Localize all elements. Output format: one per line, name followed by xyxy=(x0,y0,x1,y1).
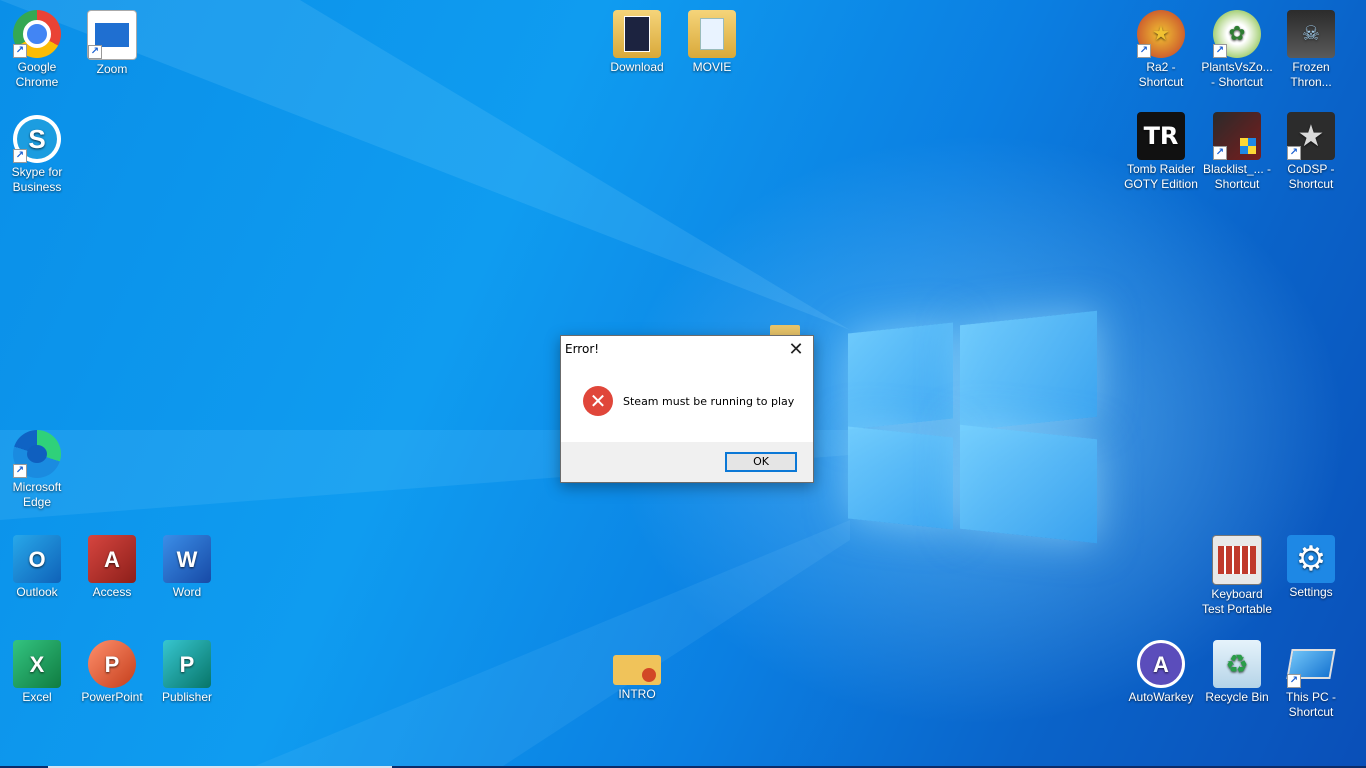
shortcut-arrow-icon: ↗ xyxy=(1137,44,1151,58)
blacklist-shortcut[interactable]: ↗ Blacklist_... - Shortcut xyxy=(1200,112,1274,192)
shortcut-arrow-icon: ↗ xyxy=(1213,44,1227,58)
excel-icon: X xyxy=(13,640,61,688)
gear-icon: ⚙ xyxy=(1287,535,1335,583)
publisher-shortcut[interactable]: P Publisher xyxy=(150,640,224,705)
folder-icon xyxy=(688,10,736,58)
word-icon: W xyxy=(163,535,211,583)
this-pc-shortcut[interactable]: ↗ This PC - Shortcut xyxy=(1274,640,1348,720)
tomb-raider-shortcut[interactable]: TR Tomb Raider GOTY Edition xyxy=(1124,112,1198,192)
autowarkey-icon: A xyxy=(1137,640,1185,688)
icon-label: Publisher xyxy=(161,690,213,704)
powerpoint-shortcut[interactable]: P PowerPoint xyxy=(75,640,149,705)
outlook-icon: O xyxy=(13,535,61,583)
icon-label: AutoWarkey xyxy=(1128,690,1194,704)
shortcut-arrow-icon: ↗ xyxy=(1287,674,1301,688)
icon-label: Frozen Thron... xyxy=(1290,60,1332,89)
error-icon: ✕ xyxy=(583,386,613,416)
plant-icon: ✿ ↗ xyxy=(1213,10,1261,58)
icon-label: Zoom xyxy=(96,62,128,76)
dialog-title: Error! xyxy=(565,342,600,356)
icon-label: CoDSP - Shortcut xyxy=(1287,162,1335,191)
tomb-raider-icon: TR xyxy=(1137,112,1185,160)
icon-label: INTRO xyxy=(618,687,656,701)
icon-label: Recycle Bin xyxy=(1205,690,1269,704)
shortcut-arrow-icon: ↗ xyxy=(13,44,27,58)
icon-label: Keyboard Test Portable xyxy=(1201,587,1273,616)
blacklist-icon: ↗ xyxy=(1213,112,1261,160)
skype-for-business-shortcut[interactable]: S ↗ Skype for Business xyxy=(0,115,74,195)
icon-label: This PC - Shortcut xyxy=(1285,690,1336,719)
recycle-bin-icon: ♻ xyxy=(1213,640,1261,688)
keyboard-test-portable-shortcut[interactable]: Keyboard Test Portable xyxy=(1200,535,1274,617)
outlook-shortcut[interactable]: O Outlook xyxy=(0,535,74,600)
icon-label: PowerPoint xyxy=(81,690,143,704)
microsoft-edge-shortcut[interactable]: ↗ Microsoft Edge xyxy=(0,430,74,510)
shortcut-arrow-icon: ↗ xyxy=(88,45,102,59)
settings-shortcut[interactable]: ⚙ Settings xyxy=(1274,535,1348,600)
excel-shortcut[interactable]: X Excel xyxy=(0,640,74,705)
edge-icon: ↗ xyxy=(13,430,61,478)
codsp-icon: ★ ↗ xyxy=(1287,112,1335,160)
close-button[interactable]: ✕ xyxy=(783,338,809,362)
icon-label: Tomb Raider GOTY Edition xyxy=(1124,162,1198,191)
autowarkey-shortcut[interactable]: A AutoWarkey xyxy=(1124,640,1198,705)
zoom-icon: ↗ xyxy=(87,10,137,60)
skype-icon: S ↗ xyxy=(13,115,61,163)
shortcut-arrow-icon: ↗ xyxy=(13,149,27,163)
intro-icon xyxy=(613,655,661,685)
access-icon: A xyxy=(88,535,136,583)
icon-label: Access xyxy=(92,585,132,599)
icon-label: Ra2 - Shortcut xyxy=(1138,60,1184,89)
icon-label: PlantsVsZo... - Shortcut xyxy=(1201,60,1273,89)
icon-label: Outlook xyxy=(16,585,58,599)
download-folder[interactable]: Download xyxy=(600,10,674,75)
shortcut-arrow-icon: ↗ xyxy=(1287,146,1301,160)
publisher-icon: P xyxy=(163,640,211,688)
shortcut-arrow-icon: ↗ xyxy=(1213,146,1227,160)
plantsvszombies-shortcut[interactable]: ✿ ↗ PlantsVsZo... - Shortcut xyxy=(1200,10,1274,90)
computer-icon: ↗ xyxy=(1286,640,1336,688)
powerpoint-icon: P xyxy=(88,640,136,688)
recycle-bin[interactable]: ♻ Recycle Bin xyxy=(1200,640,1274,705)
frozen-throne-icon: ☠ xyxy=(1287,10,1335,58)
google-chrome-shortcut[interactable]: ↗ Google Chrome xyxy=(0,10,74,90)
keyboard-test-icon xyxy=(1212,535,1262,585)
icon-label: MOVIE xyxy=(692,60,732,74)
zoom-shortcut[interactable]: ↗ Zoom xyxy=(75,10,149,77)
icon-label: Google Chrome xyxy=(15,60,59,89)
icon-label: Blacklist_... - Shortcut xyxy=(1202,162,1271,191)
icon-label: Microsoft Edge xyxy=(12,480,62,509)
codsp-shortcut[interactable]: ★ ↗ CoDSP - Shortcut xyxy=(1274,112,1348,192)
ra2-shortcut[interactable]: ★ ↗ Ra2 - Shortcut xyxy=(1124,10,1198,90)
error-dialog: Error! ✕ ✕ Steam must be running to play… xyxy=(560,335,814,483)
movie-folder[interactable]: MOVIE xyxy=(675,10,749,75)
word-shortcut[interactable]: W Word xyxy=(150,535,224,600)
icon-label: Download xyxy=(610,60,664,74)
shortcut-arrow-icon: ↗ xyxy=(13,464,27,478)
chrome-icon: ↗ xyxy=(13,10,61,58)
dialog-message: Steam must be running to play xyxy=(623,395,795,408)
intro-file[interactable]: INTRO xyxy=(600,655,674,702)
ok-button[interactable]: OK xyxy=(725,452,797,472)
windows-logo xyxy=(848,300,1098,555)
icon-label: Word xyxy=(172,585,202,599)
access-shortcut[interactable]: A Access xyxy=(75,535,149,600)
icon-label: Excel xyxy=(22,690,52,704)
icon-label: Settings xyxy=(1289,585,1333,599)
frozen-throne-shortcut[interactable]: ☠ Frozen Thron... xyxy=(1274,10,1348,90)
folder-icon xyxy=(613,10,661,58)
icon-label: Skype for Business xyxy=(11,165,63,194)
ra2-icon: ★ ↗ xyxy=(1137,10,1185,58)
